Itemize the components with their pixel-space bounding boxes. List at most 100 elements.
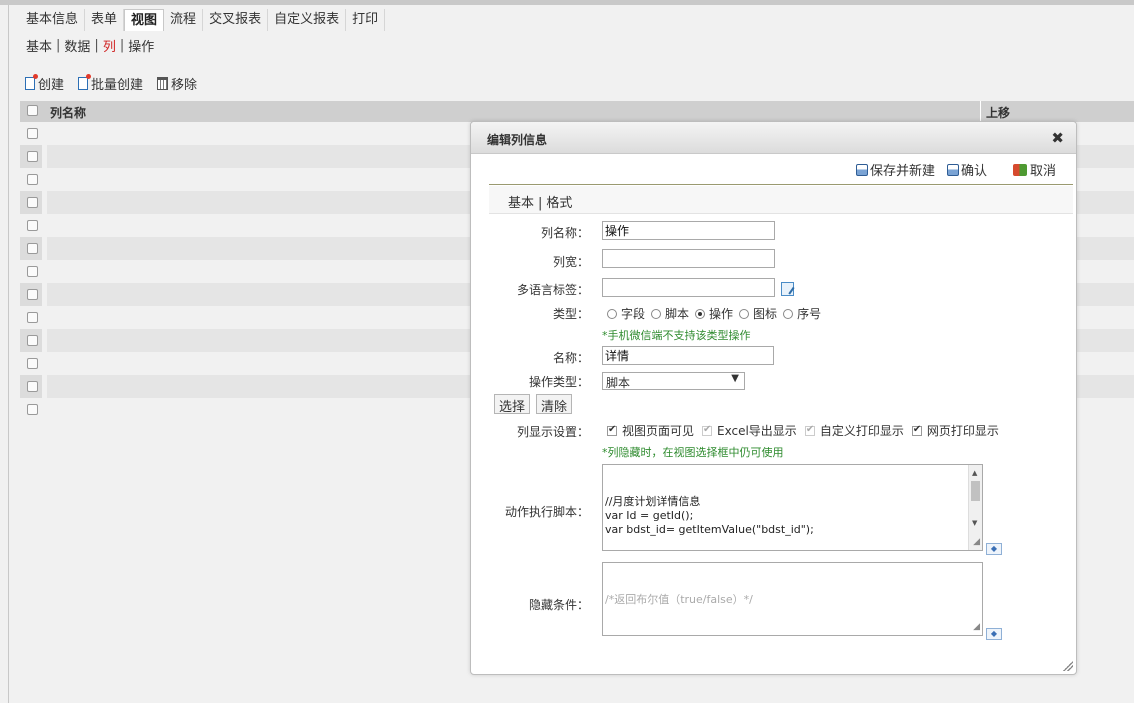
remove-button[interactable]: 移除 bbox=[157, 74, 197, 93]
dialog-actions: 保存并新建 确认 取消 bbox=[844, 160, 1056, 179]
row-checkbox[interactable] bbox=[27, 197, 38, 208]
display-custom-print[interactable]: 自定义打印显示 bbox=[804, 422, 904, 439]
row-checkbox[interactable] bbox=[27, 404, 38, 415]
hide-cond-label: 隐藏条件： bbox=[528, 598, 589, 612]
action-script-text: //月度计划详情信息 var Id = getId(); var bdst_id… bbox=[605, 495, 814, 536]
display-excel-export[interactable]: Excel导出显示 bbox=[702, 422, 797, 439]
trash-icon bbox=[157, 77, 169, 90]
expand-editor-icon[interactable]: ◆ bbox=[986, 543, 1002, 555]
expand-editor-icon[interactable]: ◆ bbox=[986, 628, 1002, 640]
tab-cross-report[interactable]: 交叉报表 bbox=[203, 9, 269, 31]
tab-print[interactable]: 打印 bbox=[346, 9, 386, 31]
tab-form[interactable]: 表单 bbox=[85, 9, 125, 31]
i18n-label-input[interactable] bbox=[602, 278, 775, 297]
checkbox[interactable] bbox=[804, 424, 815, 436]
type-note: *手机微信端不支持该类型操作 bbox=[602, 329, 751, 342]
display-web-print[interactable]: 网页打印显示 bbox=[911, 422, 999, 439]
tab-custom-report[interactable]: 自定义报表 bbox=[268, 9, 347, 31]
row-checkbox[interactable] bbox=[27, 381, 38, 392]
radio-button[interactable] bbox=[739, 309, 750, 319]
main-tabs: 基本信息 表单 视图 流程 交叉报表 自定义报表 打印 bbox=[20, 8, 386, 32]
row-checkbox[interactable] bbox=[27, 174, 38, 185]
type-option-script[interactable]: 脚本 bbox=[651, 305, 689, 322]
batch-create-label: 批量创建 bbox=[91, 78, 144, 93]
display-view-visible[interactable]: 视图页面可见 bbox=[607, 422, 694, 439]
checkbox[interactable] bbox=[607, 424, 617, 436]
type-option-icon[interactable]: 图标 bbox=[739, 305, 777, 322]
dialog-title: 编辑列信息 bbox=[487, 133, 548, 147]
select-button[interactable]: 选择 bbox=[494, 394, 531, 415]
divider bbox=[489, 184, 1073, 185]
action-script-textarea[interactable]: //月度计划详情信息 var Id = getId(); var bdst_id… bbox=[602, 464, 983, 551]
resize-handle-icon[interactable]: ◢ bbox=[973, 620, 980, 634]
scroll-up-icon[interactable]: ▲ bbox=[972, 466, 977, 480]
col-width-input[interactable] bbox=[602, 249, 775, 268]
type-option-field[interactable]: 字段 bbox=[607, 305, 645, 322]
subtab-basic[interactable]: 基本 bbox=[26, 36, 52, 55]
checkbox[interactable] bbox=[702, 424, 713, 436]
dialog-resize-icon[interactable] bbox=[1063, 661, 1073, 671]
grid-header: 列名称 上移 bbox=[20, 101, 1134, 122]
save-and-new-button[interactable]: 保存并新建 bbox=[855, 160, 935, 179]
hide-cond-placeholder: /*返回布尔值（true/false）*/ bbox=[605, 593, 753, 606]
type-option-operation[interactable]: 操作 bbox=[695, 305, 733, 322]
cancel-button[interactable]: 取消 bbox=[1012, 160, 1056, 179]
row-checkbox[interactable] bbox=[27, 335, 38, 346]
row-checkbox[interactable] bbox=[27, 312, 38, 323]
cancel-icon bbox=[1012, 163, 1027, 176]
name-input[interactable] bbox=[602, 346, 774, 365]
top-strip bbox=[0, 0, 1134, 5]
subtab-data[interactable]: 数据 bbox=[64, 36, 90, 55]
dialog-titlebar[interactable]: 编辑列信息 ✖ bbox=[471, 122, 1076, 154]
confirm-label: 确认 bbox=[960, 164, 987, 179]
row-checkbox[interactable] bbox=[27, 128, 38, 139]
separator: | bbox=[538, 196, 543, 211]
tab-flow[interactable]: 流程 bbox=[164, 9, 204, 31]
subtab-operations[interactable]: 操作 bbox=[128, 36, 154, 55]
op-type-select[interactable]: 脚本 ▼ bbox=[602, 372, 745, 390]
radio-button-selected[interactable] bbox=[695, 309, 706, 319]
header-move-up: 上移 bbox=[986, 106, 1011, 120]
row-checkbox[interactable] bbox=[27, 220, 38, 231]
new-document-icon bbox=[25, 74, 38, 90]
col-width-label: 列宽： bbox=[552, 255, 589, 269]
radio-button[interactable] bbox=[607, 309, 617, 319]
select-all-checkbox[interactable] bbox=[27, 105, 38, 116]
edit-icon[interactable] bbox=[781, 282, 794, 296]
edit-column-dialog: 编辑列信息 ✖ 保存并新建 确认 取消 基本 |格式 列名称： 列宽： 多语言标签… bbox=[470, 121, 1077, 675]
row-checkbox[interactable] bbox=[27, 151, 38, 162]
type-option-index[interactable]: 序号 bbox=[783, 305, 821, 322]
tab-basic-info[interactable]: 基本信息 bbox=[20, 9, 86, 31]
row-checkbox[interactable] bbox=[27, 266, 38, 277]
op-type-label: 操作类型： bbox=[528, 375, 589, 389]
clear-button[interactable]: 清除 bbox=[536, 394, 573, 415]
col-name-input[interactable] bbox=[602, 221, 775, 240]
resize-handle-icon[interactable]: ◢ bbox=[973, 535, 980, 549]
name-label: 名称： bbox=[552, 351, 589, 365]
create-button[interactable]: 创建 bbox=[25, 74, 64, 93]
confirm-button[interactable]: 确认 bbox=[946, 160, 987, 179]
checkbox[interactable] bbox=[911, 424, 922, 436]
row-checkbox[interactable] bbox=[27, 243, 38, 254]
radio-button[interactable] bbox=[651, 309, 662, 319]
radio-button[interactable] bbox=[783, 309, 794, 319]
tab-format[interactable]: 格式 bbox=[546, 196, 572, 211]
toolbar: 创建 批量创建 移除 bbox=[25, 74, 211, 93]
left-divider bbox=[8, 5, 9, 703]
tab-basic[interactable]: 基本 bbox=[508, 196, 534, 211]
close-icon[interactable]: ✖ bbox=[1051, 129, 1064, 147]
save-and-new-label: 保存并新建 bbox=[869, 164, 935, 179]
cancel-label: 取消 bbox=[1029, 164, 1056, 179]
hide-cond-textarea[interactable]: /*返回布尔值（true/false）*/ ◢ bbox=[602, 562, 983, 636]
batch-create-button[interactable]: 批量创建 bbox=[78, 74, 143, 93]
scroll-down-icon[interactable]: ▼ bbox=[972, 516, 977, 530]
new-document-icon bbox=[78, 74, 92, 90]
tab-view[interactable]: 视图 bbox=[124, 9, 165, 31]
header-divider bbox=[980, 101, 981, 122]
scroll-thumb[interactable] bbox=[971, 481, 980, 501]
row-checkbox[interactable] bbox=[27, 358, 38, 369]
remove-label: 移除 bbox=[171, 78, 198, 93]
row-checkbox[interactable] bbox=[27, 289, 38, 300]
subtab-columns[interactable]: 列 bbox=[103, 36, 116, 55]
type-radio-group: 字段 脚本 操作 图标 序号 bbox=[607, 305, 827, 322]
